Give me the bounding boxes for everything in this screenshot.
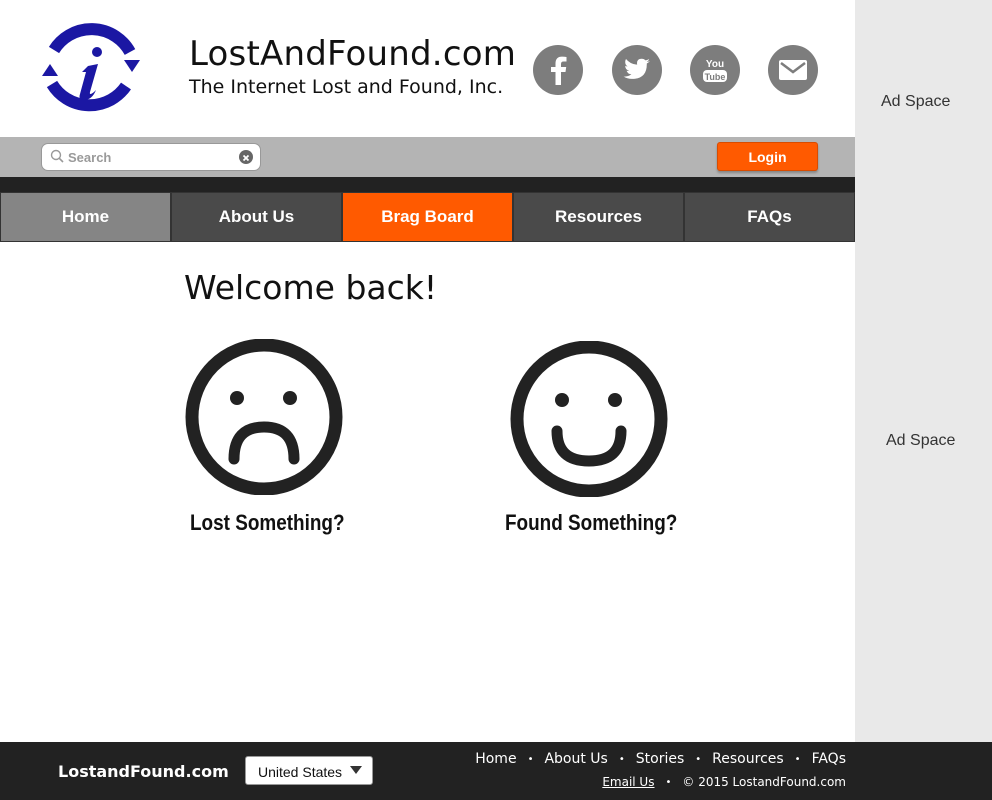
separator-dot: • bbox=[665, 776, 672, 788]
page: LostAndFound.com The Internet Lost and F… bbox=[0, 0, 992, 800]
site-title: LostAndFound.com bbox=[189, 34, 517, 74]
ad-space-top: Ad Space bbox=[881, 93, 951, 110]
lost-something-link[interactable]: Lost Something? bbox=[190, 510, 345, 536]
facebook-icon[interactable] bbox=[533, 45, 583, 95]
main-nav: Home About Us Brag Board Resources FAQs bbox=[0, 192, 855, 242]
twitter-icon[interactable] bbox=[612, 45, 662, 95]
chevron-down-icon bbox=[350, 766, 362, 774]
separator-dot: • bbox=[794, 753, 801, 765]
header: LostAndFound.com The Internet Lost and F… bbox=[0, 0, 855, 137]
sad-face-icon[interactable] bbox=[184, 339, 344, 495]
login-button[interactable]: Login bbox=[717, 142, 818, 171]
nav-about-us[interactable]: About Us bbox=[171, 192, 342, 242]
svg-text:Tube: Tube bbox=[705, 72, 726, 82]
svg-text:You: You bbox=[706, 59, 724, 70]
email-us-link[interactable]: Email Us bbox=[602, 775, 654, 789]
footer-link-faqs[interactable]: FAQs bbox=[812, 751, 846, 767]
footer-brand: LostandFound.com bbox=[58, 762, 229, 781]
footer-sub: Email Us • © 2015 LostandFound.com bbox=[602, 775, 846, 789]
search-input[interactable] bbox=[68, 148, 228, 166]
happy-face-icon[interactable] bbox=[509, 341, 669, 497]
footer-link-resources[interactable]: Resources bbox=[712, 751, 784, 767]
nav-brag-board[interactable]: Brag Board bbox=[342, 192, 513, 242]
nav-home[interactable]: Home bbox=[0, 192, 171, 242]
site-tagline: The Internet Lost and Found, Inc. bbox=[189, 76, 504, 98]
footer-link-home[interactable]: Home bbox=[475, 751, 516, 767]
separator-dot: • bbox=[527, 753, 534, 765]
footer-link-about-us[interactable]: About Us bbox=[544, 751, 607, 767]
youtube-icon[interactable]: You Tube bbox=[690, 45, 740, 95]
clear-search-icon[interactable] bbox=[239, 150, 253, 164]
welcome-heading: Welcome back! bbox=[184, 268, 438, 307]
nav-faqs[interactable]: FAQs bbox=[684, 192, 855, 242]
country-select[interactable]: United States bbox=[245, 756, 373, 785]
separator-dot: • bbox=[618, 753, 625, 765]
footer-nav: Home • About Us • Stories • Resources • … bbox=[475, 751, 846, 767]
footer: LostandFound.com United States Home • Ab… bbox=[0, 742, 992, 800]
ad-space-middle: Ad Space bbox=[886, 432, 956, 449]
found-something-link[interactable]: Found Something? bbox=[505, 510, 677, 536]
mail-icon[interactable] bbox=[768, 45, 818, 95]
country-select-value: United States bbox=[258, 764, 343, 780]
separator-dot: • bbox=[695, 753, 702, 765]
search-bar: Login bbox=[0, 137, 855, 177]
copyright-text: © 2015 LostandFound.com bbox=[682, 775, 846, 789]
search-box[interactable] bbox=[41, 143, 261, 171]
footer-link-stories[interactable]: Stories bbox=[636, 751, 685, 767]
info-i-logo-icon[interactable] bbox=[40, 20, 140, 116]
search-icon bbox=[50, 149, 64, 163]
ad-column: Ad Space Ad Space bbox=[855, 0, 992, 742]
nav-resources[interactable]: Resources bbox=[513, 192, 684, 242]
divider-strip bbox=[0, 177, 855, 192]
